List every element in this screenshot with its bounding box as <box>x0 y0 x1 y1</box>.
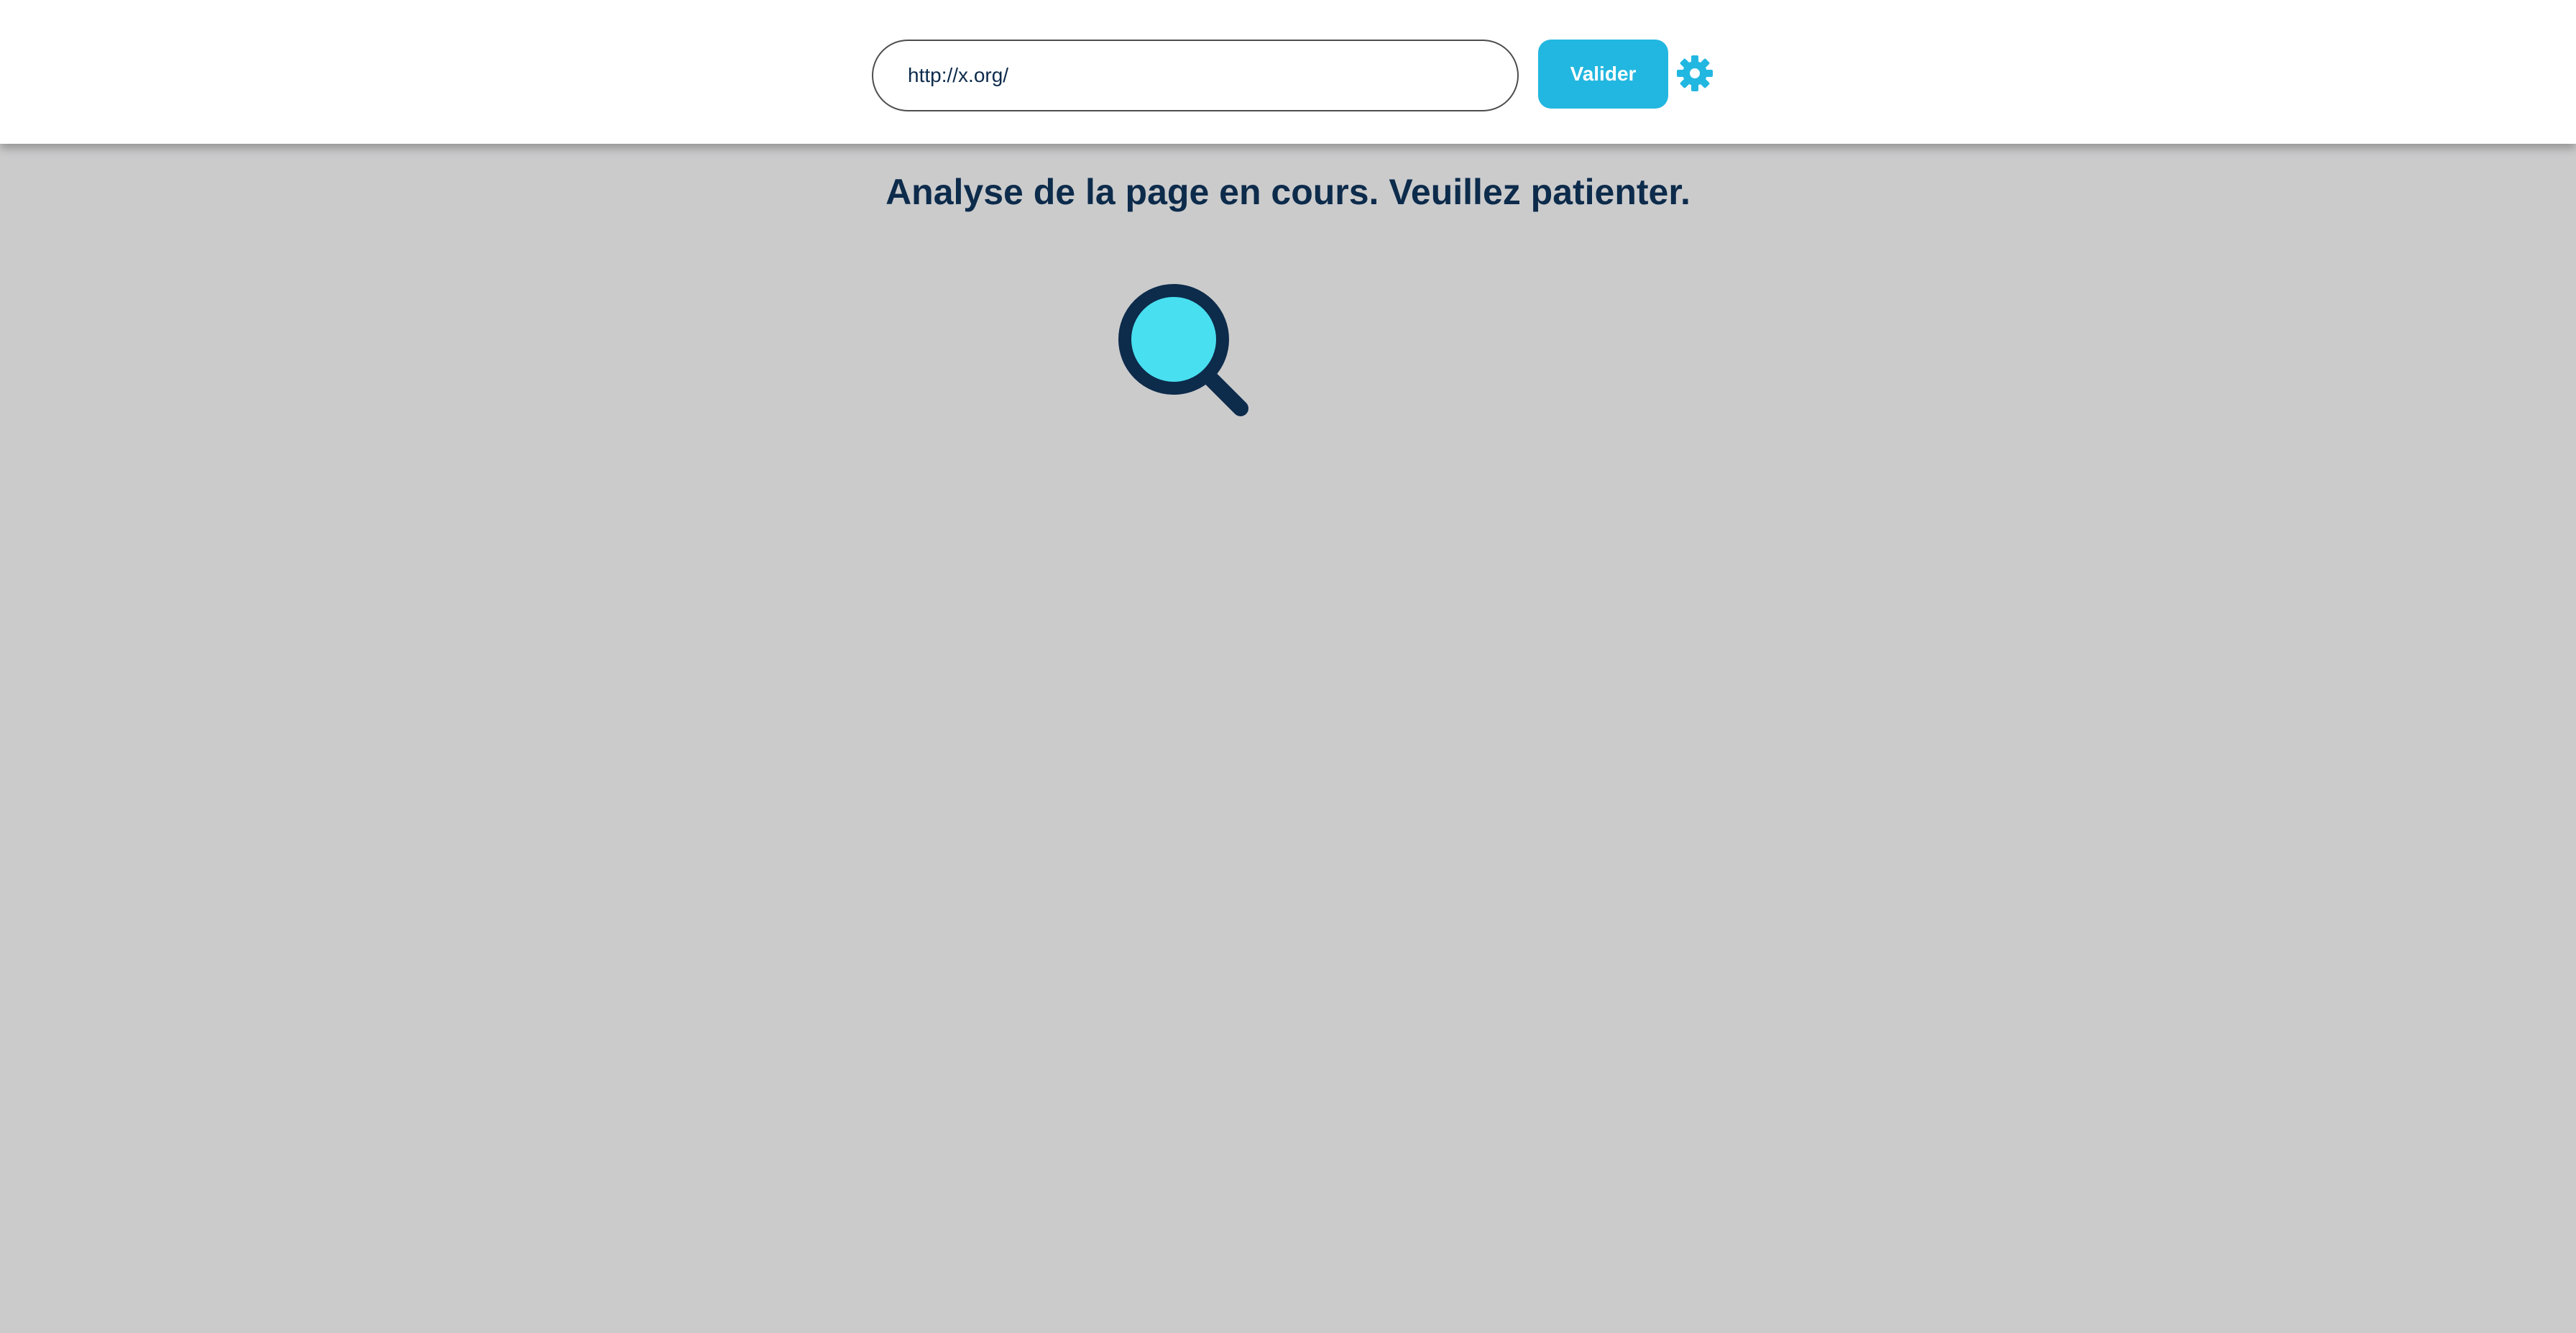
gear-icon <box>1677 55 1713 91</box>
magnifying-glass-icon <box>1118 284 1248 416</box>
settings-button[interactable] <box>1676 55 1714 92</box>
loading-indicator <box>1114 282 1252 420</box>
status-message: Analyse de la page en cours. Veuillez pa… <box>886 172 1690 212</box>
url-input[interactable] <box>872 40 1519 111</box>
validate-button[interactable]: Valider <box>1538 40 1668 109</box>
top-bar: Valider <box>0 0 2576 144</box>
